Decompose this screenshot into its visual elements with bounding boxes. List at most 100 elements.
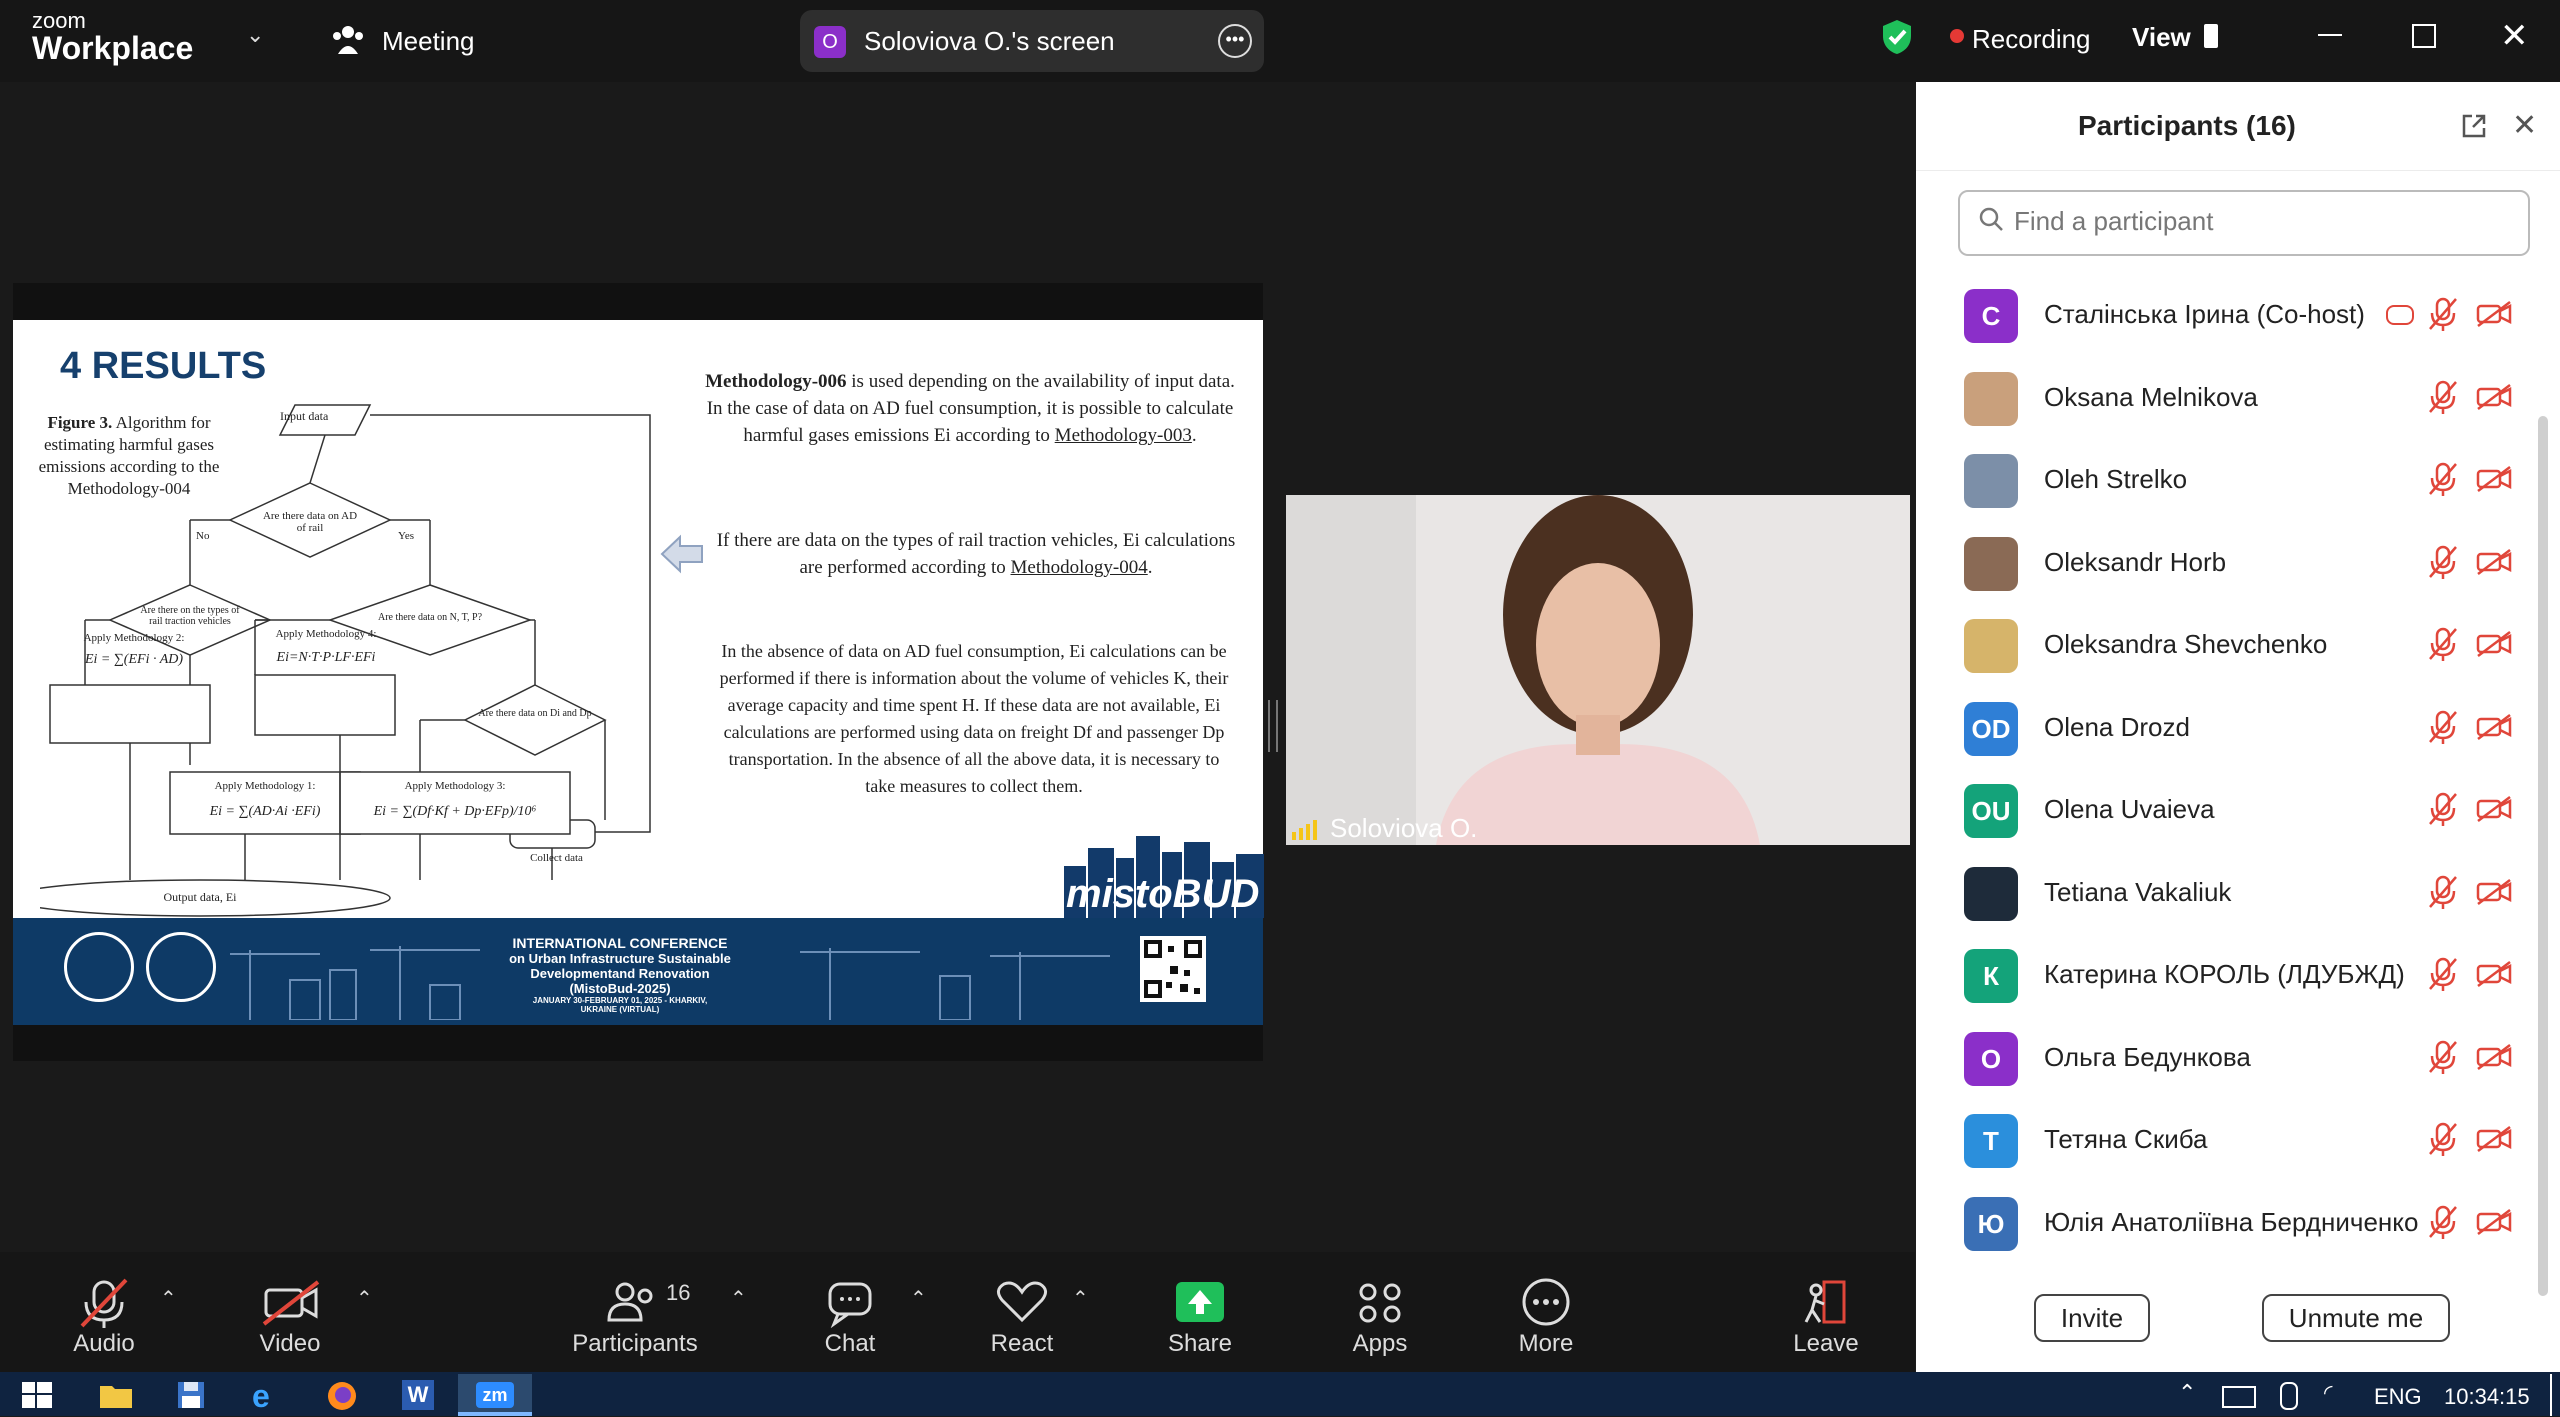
video-button[interactable]: Video [240,1278,340,1368]
participant-video-off-icon[interactable] [2476,466,2512,492]
participant-muted-mic-icon[interactable] [2428,1040,2458,1074]
participant-row[interactable]: Oksana Melnikova [1958,356,2518,436]
university-seal-right [146,932,216,1002]
share-screen-icon [1176,1282,1224,1322]
participant-row[interactable]: Т Тетяна Скиба [1958,1098,2518,1178]
leave-button[interactable]: Leave [1776,1278,1876,1368]
participant-video-off-icon[interactable] [2476,1208,2512,1235]
flow-decision-dp: Are there data on Di and Dp [478,708,592,719]
participant-row[interactable]: О Ольга Бедункова [1958,1016,2518,1096]
apps-button[interactable]: Apps [1330,1278,1430,1368]
m4-title: Apply Methodology 4: [275,628,377,640]
participant-row[interactable]: Oleksandra Shevchenko [1958,603,2518,683]
flow-yes-label: Yes [398,530,415,542]
close-icon[interactable]: ✕ [2500,16,2529,56]
close-panel-icon[interactable]: ✕ [2512,108,2537,143]
participant-muted-mic-icon[interactable] [2428,1122,2458,1156]
conf-line-1: INTERNATIONAL CONFERENCE [512,935,728,951]
splitter-handle[interactable] [1268,700,1278,752]
save-disk-icon[interactable] [176,1380,206,1410]
qr-code [1140,936,1206,1002]
react-options-caret[interactable]: ⌃ [1072,1286,1089,1311]
participant-muted-mic-icon[interactable] [2428,792,2458,826]
participant-video-off-icon[interactable] [2476,548,2512,575]
windows-start-icon[interactable] [22,1382,52,1408]
participant-video-off-icon[interactable] [2476,713,2512,740]
university-seal-left [64,932,134,1002]
edge-browser-icon[interactable]: e [252,1378,270,1415]
meeting-people-icon[interactable] [330,22,366,58]
participants-count: 16 [666,1280,691,1305]
recording-label[interactable]: Recording [1972,24,2091,55]
participant-avatar: OU [1964,784,2018,838]
battery-icon[interactable] [2222,1386,2256,1408]
participant-row[interactable]: К Катерина КОРОЛЬ (ЛДУБЖД) [1958,933,2518,1013]
more-button[interactable]: More [1496,1278,1596,1368]
panel-scrollbar[interactable] [2538,416,2548,1296]
leave-door-icon [1804,1280,1846,1324]
participant-row[interactable]: Oleksandr Horb [1958,521,2518,601]
speaker-video[interactable] [1286,495,1910,845]
tray-chevron-icon[interactable]: ⌃ [2178,1380,2196,1406]
participant-name: Oleksandra Shevchenko [2044,629,2328,659]
participant-row[interactable]: Tetiana Vakaliuk [1958,851,2518,931]
minimize-icon[interactable] [2318,34,2342,36]
participant-muted-mic-icon[interactable] [2428,710,2458,744]
participant-video-off-icon[interactable] [2476,1043,2512,1070]
participant-muted-mic-icon[interactable] [2428,627,2458,661]
participant-muted-mic-icon[interactable] [2428,380,2458,414]
participants-button[interactable]: 16 Participants [560,1278,710,1368]
participant-row[interactable]: С Сталінська Ірина (Co-host) [1958,273,2518,353]
chat-button[interactable]: Chat [800,1278,900,1368]
show-desktop-edge[interactable] [2550,1374,2552,1416]
video-off-icon [262,1280,320,1326]
participant-video-off-icon[interactable] [2476,878,2512,905]
participant-muted-mic-icon[interactable] [2428,297,2458,331]
invite-button[interactable]: Invite [2034,1294,2150,1342]
video-options-caret[interactable]: ⌃ [356,1286,373,1311]
popout-icon[interactable] [2460,112,2488,140]
view-button[interactable]: View [2132,22,2191,53]
file-explorer-icon[interactable] [100,1382,132,1408]
participant-avatar: К [1964,949,2018,1003]
participant-row[interactable]: OU Olena Uvaieva [1958,768,2518,848]
participant-video-off-icon[interactable] [2476,631,2512,657]
clock[interactable]: 10:34:15 [2444,1384,2530,1410]
participant-row[interactable]: Ю Юлія Анатоліївна Бердниченко [1958,1181,2518,1261]
share-button[interactable]: Share [1150,1278,1250,1368]
participant-muted-mic-icon[interactable] [2428,545,2458,579]
participant-row[interactable]: Oleh Strelko [1958,438,2518,518]
participant-name: Oleh Strelko [2044,464,2188,494]
participant-muted-mic-icon[interactable] [2428,462,2458,496]
audio-options-caret[interactable]: ⌃ [160,1286,177,1311]
restore-icon[interactable] [2412,24,2436,48]
unmute-me-button[interactable]: Unmute me [2262,1294,2450,1342]
chevron-down-icon[interactable]: ⌄ [246,22,264,48]
participant-muted-mic-icon[interactable] [2428,957,2458,991]
firefox-icon[interactable] [326,1380,358,1412]
audio-button[interactable]: Audio [54,1278,154,1368]
shield-check-icon[interactable] [1880,18,1914,56]
participant-video-off-icon[interactable] [2476,961,2512,987]
participant-row[interactable]: OD Olena Drozd [1958,686,2518,766]
crane-skyline-left [230,946,480,1020]
flow-decision-types: Are there on the types of rail traction … [140,605,240,627]
participants-options-caret[interactable]: ⌃ [730,1286,747,1311]
participant-muted-mic-icon[interactable] [2428,875,2458,909]
more-options-icon[interactable]: ••• [1218,24,1252,58]
flow-output: Output data, Ei [163,890,237,904]
view-layout-icon[interactable] [2204,24,2218,48]
participant-video-off-icon[interactable] [2476,383,2512,410]
meeting-label[interactable]: Meeting [382,26,475,57]
participant-video-off-icon[interactable] [2476,796,2512,822]
wifi-icon[interactable]: ◜ [2324,1380,2333,1406]
react-button[interactable]: React [972,1278,1072,1368]
language-indicator[interactable]: ENG [2374,1384,2422,1410]
participant-video-off-icon[interactable] [2476,301,2512,327]
word-icon[interactable]: W [402,1380,434,1410]
participant-video-off-icon[interactable] [2476,1126,2512,1152]
chat-options-caret[interactable]: ⌃ [910,1286,927,1311]
screen-share-indicator[interactable]: O Soloviova O.'s screen ••• [800,10,1264,72]
participant-muted-mic-icon[interactable] [2428,1205,2458,1239]
tray-mic-icon[interactable] [2280,1382,2298,1410]
